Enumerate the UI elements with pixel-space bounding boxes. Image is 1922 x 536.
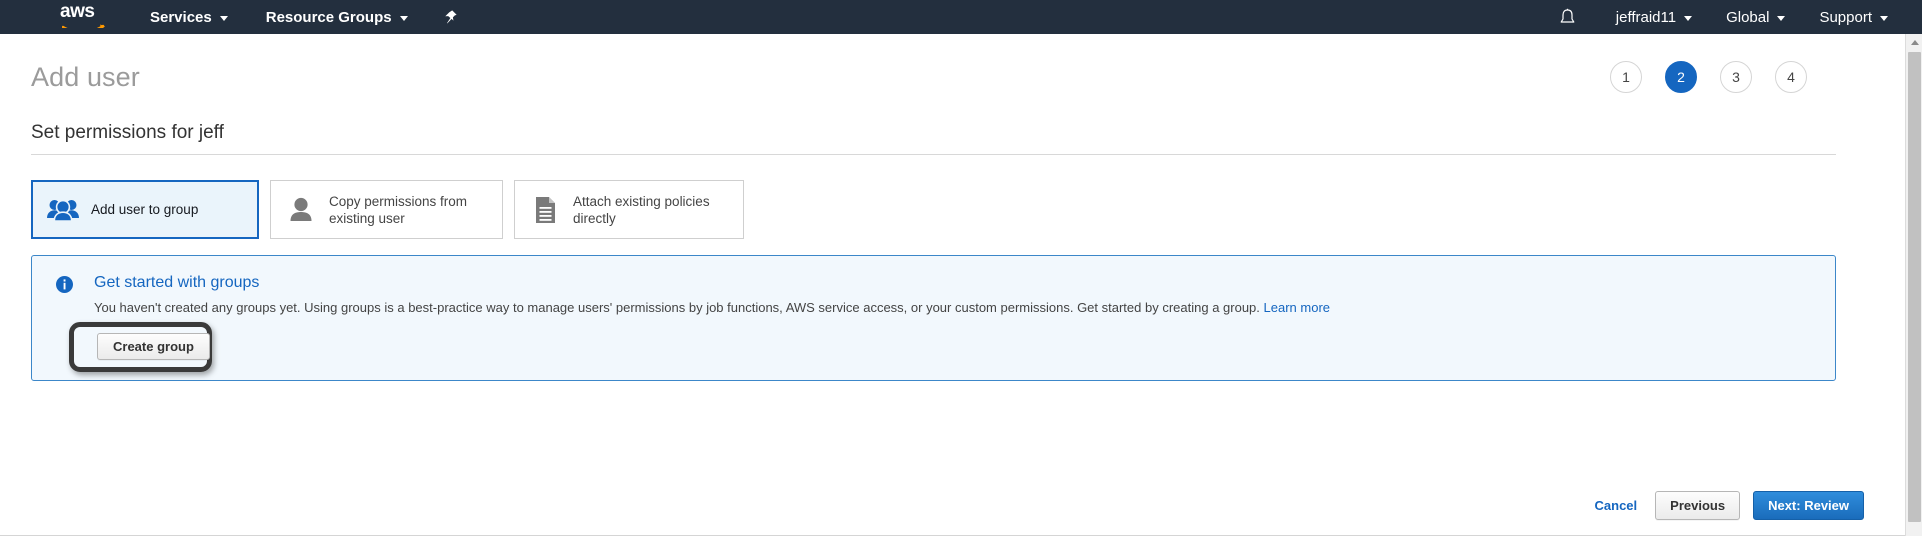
- step-3[interactable]: 3: [1720, 61, 1752, 93]
- option-card-attach-policies[interactable]: Attach existing policies directly: [514, 180, 744, 239]
- vertical-scrollbar[interactable]: [1905, 34, 1922, 536]
- alert-text-block: Get started with groups You haven't crea…: [94, 274, 1330, 316]
- nav-item-region-label: Global: [1726, 8, 1770, 26]
- step-4[interactable]: 4: [1775, 61, 1807, 93]
- permission-option-cards: Add user to group Copy permissions from …: [31, 180, 1893, 239]
- option-card-label: Add user to group: [91, 202, 199, 217]
- chevron-down-icon: [219, 15, 228, 21]
- group-of-users-icon: [46, 193, 80, 227]
- single-user-icon: [284, 193, 318, 227]
- nav-item-services[interactable]: Services: [150, 9, 228, 26]
- chevron-down-icon: [399, 15, 408, 21]
- aws-logo-smile: [62, 19, 106, 28]
- nav-item-resource-groups[interactable]: Resource Groups: [266, 9, 408, 26]
- alert-content-row: Get started with groups You haven't crea…: [56, 274, 1815, 316]
- nav-item-support-label: Support: [1819, 8, 1872, 26]
- top-navigation-bar: aws Services Resource Groups jeffraid11: [0, 0, 1922, 34]
- aws-logo[interactable]: aws: [60, 1, 112, 31]
- content-area: Add user 1 2 3 4 Set permissions for jef…: [0, 34, 1893, 381]
- previous-button[interactable]: Previous: [1655, 491, 1741, 520]
- chevron-down-icon: [1880, 15, 1888, 21]
- heading-divider: [31, 154, 1836, 155]
- bell-icon[interactable]: [1559, 8, 1576, 27]
- step-1[interactable]: 1: [1610, 61, 1642, 93]
- footer-actions: Cancel Previous Next: Review: [1595, 491, 1864, 520]
- option-card-add-user-to-group[interactable]: Add user to group: [31, 180, 259, 239]
- step-2[interactable]: 2: [1665, 61, 1697, 93]
- nav-item-support[interactable]: Support: [1819, 9, 1888, 26]
- cancel-button[interactable]: Cancel: [1595, 498, 1638, 513]
- nav-item-resource-groups-label: Resource Groups: [265, 8, 392, 26]
- pin-icon[interactable]: [442, 9, 458, 25]
- nav-right-group: jeffraid11 Global Support: [1559, 0, 1922, 34]
- chevron-down-icon: [1777, 15, 1786, 21]
- create-group-button[interactable]: Create group: [97, 333, 210, 360]
- nav-item-services-label: Services: [150, 8, 212, 26]
- page-body: Add user 1 2 3 4 Set permissions for jef…: [0, 34, 1922, 536]
- option-card-label: Attach existing policies directly: [573, 193, 710, 226]
- chevron-down-icon: [1684, 15, 1693, 21]
- option-card-label: Copy permissions from existing user: [329, 193, 468, 226]
- create-group-highlight-wrapper: Create group: [69, 322, 212, 372]
- scrollbar-thumb[interactable]: [1908, 52, 1921, 522]
- info-circle-icon: [56, 276, 73, 293]
- page-title: Add user: [31, 61, 140, 92]
- alert-body: You haven't created any groups yet. Usin…: [94, 300, 1330, 316]
- step-indicator: 1 2 3 4: [1610, 61, 1807, 93]
- aws-logo-text: aws: [60, 1, 95, 22]
- alert-title: Get started with groups: [94, 274, 260, 291]
- nav-item-region[interactable]: Global: [1726, 8, 1786, 26]
- nav-item-account[interactable]: jeffraid11: [1615, 8, 1693, 26]
- next-review-button[interactable]: Next: Review: [1753, 491, 1864, 520]
- learn-more-link[interactable]: Learn more: [1264, 300, 1330, 315]
- get-started-with-groups-alert: Get started with groups You haven't crea…: [31, 255, 1836, 381]
- page-header-row: Add user 1 2 3 4: [31, 34, 1893, 93]
- option-card-copy-permissions[interactable]: Copy permissions from existing user: [270, 180, 503, 239]
- document-policy-icon: [528, 193, 562, 227]
- nav-item-account-label: jeffraid11: [1615, 8, 1677, 26]
- scroll-up-arrow-icon[interactable]: [1906, 34, 1922, 51]
- section-heading: Set permissions for jeff: [31, 122, 224, 143]
- alert-body-text: You haven't created any groups yet. Usin…: [94, 300, 1260, 315]
